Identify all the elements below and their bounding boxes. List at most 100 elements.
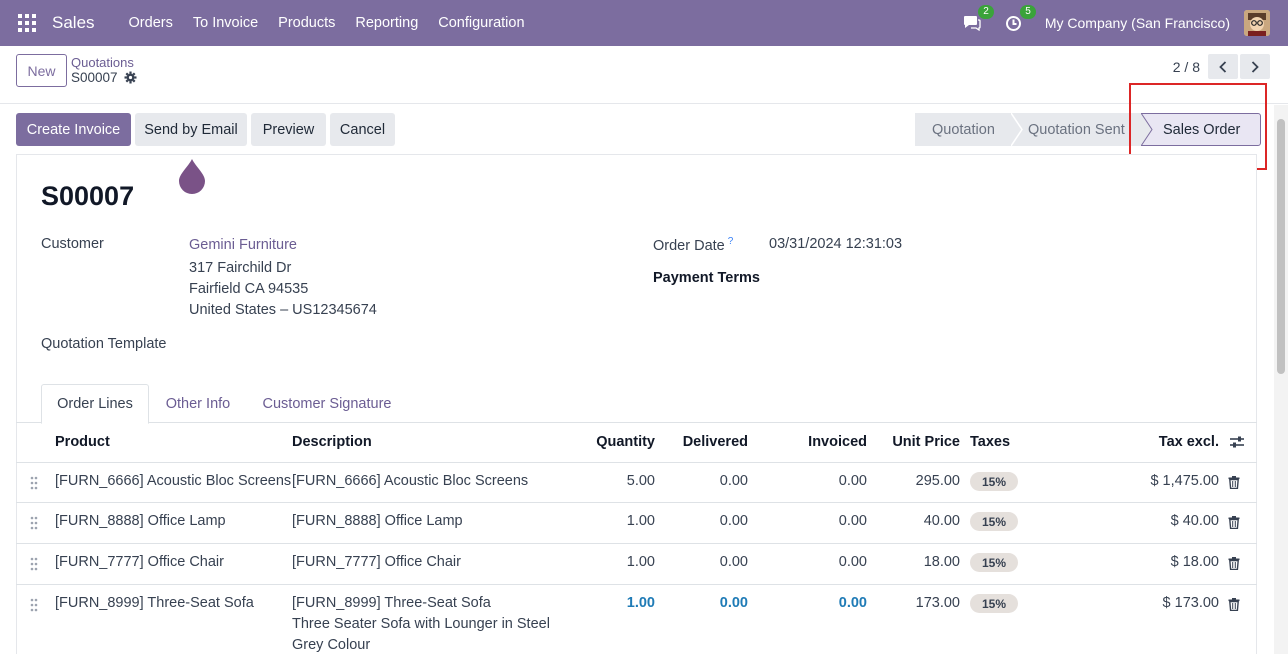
- apps-menu-icon[interactable]: [18, 14, 36, 32]
- tab-order-lines[interactable]: Order Lines: [41, 384, 149, 424]
- cell-description[interactable]: [FURN_8888] Office Lamp: [292, 513, 463, 529]
- activities-icon[interactable]: 5: [1003, 5, 1036, 34]
- chevron-right-icon: [1251, 60, 1259, 73]
- breadcrumb-record-name: S00007: [71, 70, 118, 85]
- column-settings-icon[interactable]: [1230, 435, 1244, 449]
- customer-name-link[interactable]: Gemini Furniture: [189, 237, 297, 253]
- cell-description[interactable]: [FURN_8999] Three-Seat Sofa: [292, 595, 491, 611]
- tax-tag[interactable]: 15%: [970, 512, 1018, 531]
- cell-delivered[interactable]: 0.00: [666, 554, 748, 570]
- status-quotation-sent[interactable]: Quotation Sent: [1023, 113, 1141, 146]
- status-arrow-icon: [1141, 113, 1153, 146]
- table-row[interactable]: [FURN_6666] Acoustic Bloc Screens [FURN_…: [16, 463, 1257, 503]
- pager-next-button[interactable]: [1240, 54, 1270, 79]
- cell-delivered[interactable]: 0.00: [666, 595, 748, 611]
- header-taxes[interactable]: Taxes: [970, 434, 1010, 450]
- cell-product[interactable]: [FURN_8888] Office Lamp: [55, 513, 226, 529]
- help-icon[interactable]: ?: [728, 236, 734, 247]
- gear-icon[interactable]: [124, 71, 137, 84]
- action-bar: Create Invoice Send by Email Preview Can…: [0, 105, 1288, 153]
- tax-tag[interactable]: 15%: [970, 472, 1018, 491]
- table-row[interactable]: [FURN_8999] Three-Seat Sofa [FURN_8999] …: [16, 585, 1257, 654]
- menu-reporting[interactable]: Reporting: [345, 15, 428, 31]
- cell-subtotal: $ 1,475.00: [1150, 473, 1219, 489]
- address-line-2: Fairfield CA 94535: [189, 281, 309, 297]
- scrollbar-thumb[interactable]: [1277, 119, 1285, 374]
- cell-description[interactable]: [FURN_7777] Office Chair: [292, 554, 461, 570]
- tax-tag[interactable]: 15%: [970, 594, 1018, 613]
- cell-description[interactable]: [FURN_6666] Acoustic Bloc Screens: [292, 473, 528, 489]
- messages-icon[interactable]: 2: [961, 5, 994, 34]
- cell-delivered[interactable]: 0.00: [666, 513, 748, 529]
- menu-products[interactable]: Products: [268, 15, 345, 31]
- drag-handle-icon[interactable]: [30, 557, 38, 571]
- header-invoiced[interactable]: Invoiced: [776, 434, 867, 450]
- cell-invoiced[interactable]: 0.00: [776, 554, 867, 570]
- drag-handle-icon[interactable]: [30, 516, 38, 530]
- header-quantity[interactable]: Quantity: [576, 434, 655, 450]
- cell-quantity[interactable]: 5.00: [576, 473, 655, 489]
- cell-description-line-3[interactable]: Grey Colour: [292, 637, 370, 653]
- app-name[interactable]: Sales: [52, 13, 95, 33]
- page-scrollbar[interactable]: [1274, 105, 1288, 654]
- order-lines-header: Product Description Quantity Delivered I…: [16, 423, 1257, 463]
- cell-subtotal: $ 18.00: [1170, 554, 1219, 570]
- pager-previous-button[interactable]: [1208, 54, 1238, 79]
- table-row[interactable]: [FURN_7777] Office Chair [FURN_7777] Off…: [16, 544, 1257, 585]
- trash-icon[interactable]: [1228, 598, 1240, 611]
- cell-unit-price[interactable]: 40.00: [876, 513, 960, 529]
- address-line-1: 317 Fairchild Dr: [189, 260, 292, 276]
- cell-subtotal: $ 40.00: [1170, 513, 1219, 529]
- cell-invoiced[interactable]: 0.00: [776, 595, 867, 611]
- trash-icon[interactable]: [1228, 557, 1240, 570]
- tab-other-info[interactable]: Other Info: [153, 384, 243, 423]
- cell-invoiced[interactable]: 0.00: [776, 473, 867, 489]
- cell-unit-price[interactable]: 18.00: [876, 554, 960, 570]
- control-panel: New Quotations S00007 2 / 8: [0, 46, 1288, 104]
- trash-icon[interactable]: [1228, 476, 1240, 489]
- drag-handle-icon[interactable]: [30, 476, 38, 490]
- cell-unit-price[interactable]: 173.00: [876, 595, 960, 611]
- table-row[interactable]: [FURN_8888] Office Lamp [FURN_8888] Offi…: [16, 503, 1257, 544]
- chevron-left-icon: [1219, 60, 1227, 73]
- cell-quantity[interactable]: 1.00: [576, 595, 655, 611]
- header-product[interactable]: Product: [55, 434, 110, 450]
- status-quotation[interactable]: Quotation: [915, 113, 1011, 146]
- menu-configuration[interactable]: Configuration: [428, 15, 534, 31]
- status-bar: Quotation Quotation Sent Sales Order: [915, 113, 1261, 146]
- cell-invoiced[interactable]: 0.00: [776, 513, 867, 529]
- cell-unit-price[interactable]: 295.00: [876, 473, 960, 489]
- status-quotation-sent-label: Quotation Sent: [1028, 121, 1125, 138]
- cell-description-line-2[interactable]: Three Seater Sofa with Lounger in Steel: [292, 616, 550, 632]
- cell-product[interactable]: [FURN_8999] Three-Seat Sofa: [55, 595, 254, 611]
- systray: 2 5 My Company (San Francisco): [961, 0, 1288, 46]
- cell-quantity[interactable]: 1.00: [576, 554, 655, 570]
- cell-product[interactable]: [FURN_7777] Office Chair: [55, 554, 224, 570]
- menu-orders[interactable]: Orders: [119, 15, 183, 31]
- user-avatar[interactable]: [1244, 10, 1270, 36]
- header-description[interactable]: Description: [292, 434, 372, 450]
- trash-icon[interactable]: [1228, 516, 1240, 529]
- pager-value[interactable]: 2 / 8: [1173, 59, 1200, 75]
- header-tax-excl[interactable]: Tax excl.: [1116, 434, 1219, 450]
- preview-button[interactable]: Preview: [251, 113, 326, 146]
- menu-to-invoice[interactable]: To Invoice: [183, 15, 268, 31]
- cell-quantity[interactable]: 1.00: [576, 513, 655, 529]
- new-button[interactable]: New: [16, 54, 67, 87]
- status-separator-icon: [1011, 113, 1023, 146]
- tab-customer-signature[interactable]: Customer Signature: [252, 384, 402, 423]
- header-unit-price[interactable]: Unit Price: [876, 434, 960, 450]
- send-by-email-button[interactable]: Send by Email: [135, 113, 247, 146]
- company-switcher[interactable]: My Company (San Francisco): [1045, 15, 1230, 31]
- breadcrumb-quotations[interactable]: Quotations: [71, 55, 134, 70]
- header-delivered[interactable]: Delivered: [666, 434, 748, 450]
- main-menu: Orders To Invoice Products Reporting Con…: [119, 15, 535, 31]
- cancel-button[interactable]: Cancel: [330, 113, 395, 146]
- drag-handle-icon[interactable]: [30, 598, 38, 612]
- cell-product[interactable]: [FURN_6666] Acoustic Bloc Screens: [55, 473, 291, 489]
- cell-delivered[interactable]: 0.00: [666, 473, 748, 489]
- status-sales-order[interactable]: Sales Order: [1141, 113, 1261, 146]
- create-invoice-button[interactable]: Create Invoice: [16, 113, 131, 146]
- tax-tag[interactable]: 15%: [970, 553, 1018, 572]
- order-date-value[interactable]: 03/31/2024 12:31:03: [769, 236, 902, 252]
